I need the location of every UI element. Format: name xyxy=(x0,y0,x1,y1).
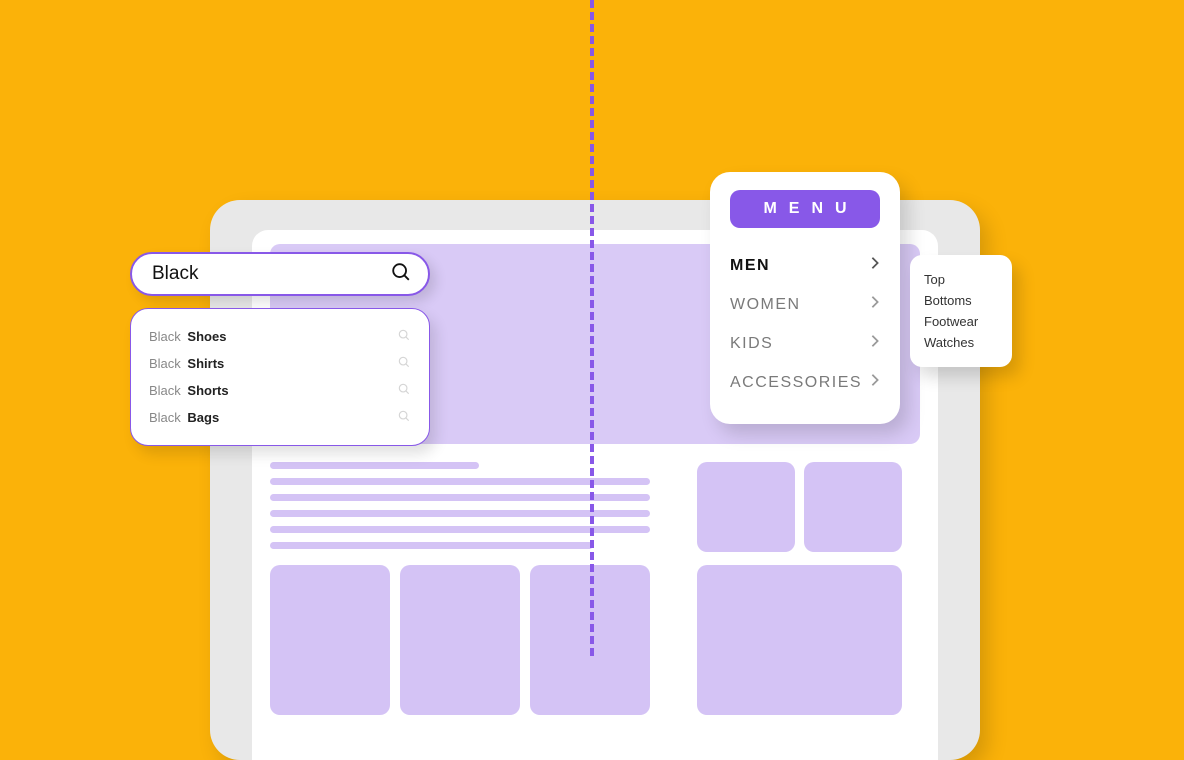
chevron-right-icon xyxy=(870,295,880,314)
search-icon xyxy=(390,261,412,288)
suggestion-item[interactable]: Black Shorts xyxy=(149,377,411,404)
submenu-item[interactable]: Footwear xyxy=(924,311,998,332)
submenu-flyout: Top Bottoms Footwear Watches xyxy=(910,255,1012,367)
search-input[interactable]: Black xyxy=(130,252,430,296)
menu-item-men[interactable]: MEN xyxy=(730,246,880,279)
suggestion-item[interactable]: Black Bags xyxy=(149,404,411,431)
search-icon xyxy=(397,355,411,372)
suggestion-item[interactable]: Black Shoes xyxy=(149,323,411,350)
submenu-item[interactable]: Bottoms xyxy=(924,290,998,311)
menu-item-accessories[interactable]: ACCESSORIES xyxy=(730,363,880,396)
comparison-divider xyxy=(590,0,594,656)
chevron-right-icon xyxy=(870,256,880,275)
product-card-placeholder xyxy=(270,565,390,715)
product-card-placeholder xyxy=(697,565,902,715)
suggestion-item[interactable]: Black Shirts xyxy=(149,350,411,377)
product-card-placeholder xyxy=(804,462,902,552)
product-card-placeholder xyxy=(697,462,795,552)
chevron-right-icon xyxy=(870,373,880,392)
search-icon xyxy=(397,409,411,426)
menu-item-kids[interactable]: KIDS xyxy=(730,324,880,357)
submenu-item[interactable]: Watches xyxy=(924,332,998,353)
category-menu: MENU MEN WOMEN KIDS ACCESSORIES xyxy=(710,172,900,424)
product-card-placeholder xyxy=(400,565,520,715)
search-query-text: Black xyxy=(152,263,390,285)
menu-item-women[interactable]: WOMEN xyxy=(730,285,880,318)
search-icon xyxy=(397,328,411,345)
menu-title: MENU xyxy=(730,190,880,228)
submenu-item[interactable]: Top xyxy=(924,269,998,290)
chevron-right-icon xyxy=(870,334,880,353)
search-icon xyxy=(397,382,411,399)
search-suggestions: Black Shoes Black Shirts Black Shorts Bl… xyxy=(130,308,430,446)
